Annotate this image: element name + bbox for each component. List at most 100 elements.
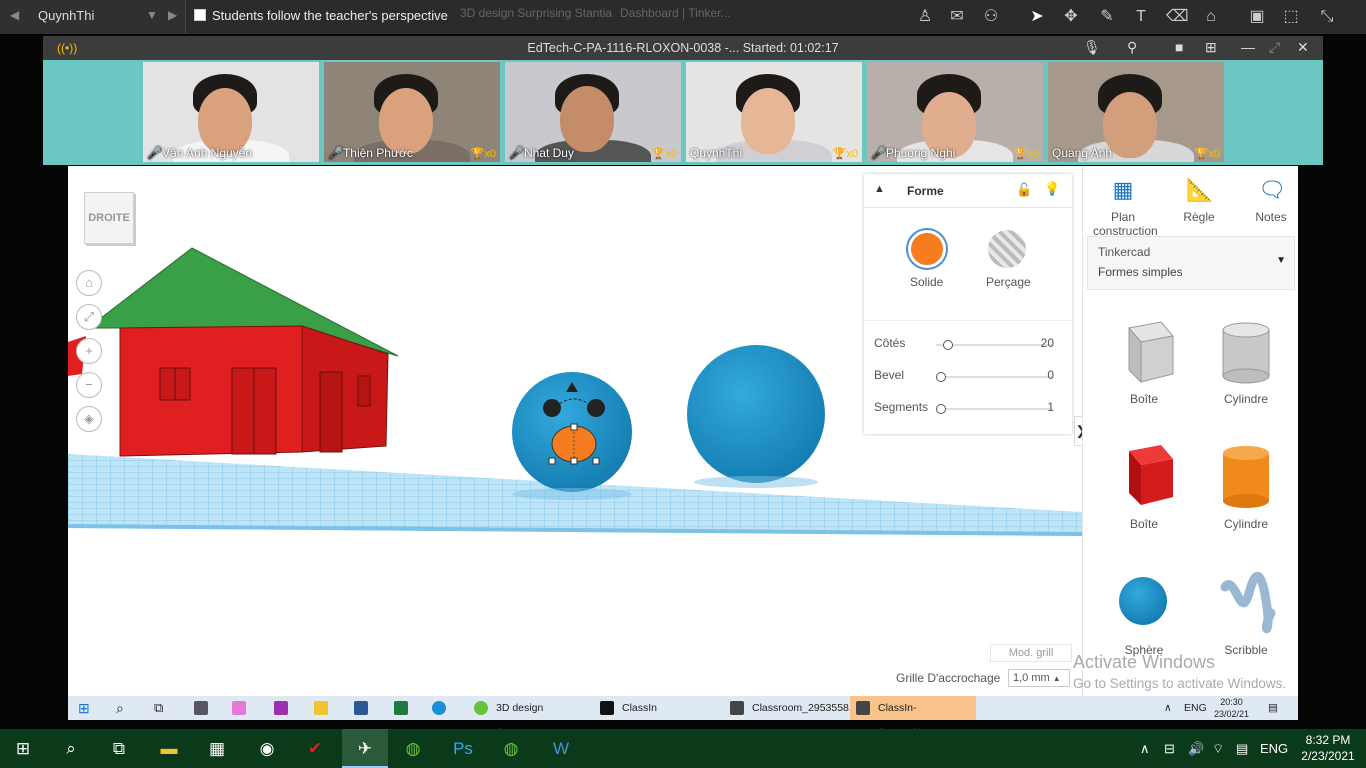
task-classroom[interactable]: Classroom_2953558... [724,696,858,720]
start-icon[interactable]: ⊞ [78,699,90,717]
collapse-icon[interactable]: ⤡ [1316,6,1338,28]
remote-clock[interactable]: 20:30 23/02/21 [1214,696,1249,719]
trash-icon[interactable]: ⌫ [1166,6,1189,28]
orthographic-icon[interactable]: ◈ [76,406,102,432]
notification-icon[interactable]: ▤ [1268,699,1278,717]
sides-slider[interactable] [936,340,1052,350]
task-browser[interactable]: 3D design Surprisin... [468,696,586,738]
home-view-icon[interactable]: ⌂ [76,270,102,296]
participant-video[interactable]: QuynhThi 🏆x0 [686,62,862,162]
browser-icon[interactable]: ◍ [488,729,534,768]
bulb-icon[interactable]: 💡 [1044,181,1060,197]
network-icon[interactable]: ⊟ [1164,729,1175,768]
volume-icon[interactable]: 🔊 [1188,729,1204,768]
app-icon[interactable] [274,699,293,717]
segments-value[interactable]: 1 [1047,400,1054,414]
slider-knob[interactable] [936,372,946,382]
move-icon[interactable]: ✥ [1060,6,1082,28]
camera-settings-icon[interactable]: ⚲ [1127,39,1137,56]
edit-grid-button[interactable]: Mod. grill [990,644,1072,662]
bevel-value[interactable]: 0 [1047,368,1054,382]
word-icon[interactable]: W [538,729,584,768]
solid-color-swatch[interactable] [908,230,946,268]
language-indicator[interactable]: ENG [1184,699,1207,717]
participant-video[interactable]: 🎤Nhat Duy 🏆x0 [505,62,681,162]
tray-chevron-icon[interactable]: ∧ [1164,699,1172,717]
house-model[interactable] [86,247,399,457]
notes-tool[interactable]: 🗨 Notes [1241,176,1298,224]
mic-icon[interactable]: 🎙 [1083,39,1101,56]
dropdown-arrow-icon[interactable]: ▼ [146,8,158,22]
layout-icon[interactable]: ⊞ [1205,39,1217,56]
browser-icon[interactable]: ◍ [390,729,436,768]
shape-box-gray[interactable]: Boîte [1099,312,1189,422]
tray-chevron-icon[interactable]: ∧ [1140,729,1150,768]
next-arrow-icon[interactable]: ▶ [168,8,177,22]
workplane-tool[interactable]: ▦ Plan construction [1093,176,1158,238]
app-icon[interactable]: ✔ [292,729,338,768]
user-icon[interactable]: ♙ [914,6,936,28]
search-icon[interactable]: ⌕ [48,729,94,768]
participant-video[interactable]: 🎤Phuong Nghi 🏆x0 [867,62,1043,162]
video-icon[interactable]: ■ [1175,39,1183,55]
sphere-model[interactable] [687,345,825,488]
task-screenshare[interactable]: ClassIn-ScreenShar... [850,696,976,738]
zoom-in-icon[interactable]: + [76,338,102,364]
edge-icon[interactable] [432,699,451,717]
slider-knob[interactable] [943,340,954,350]
windows-taskbar: ⊞ ⌕ ⧉ ▬ ▦ ◉ ✔ ✈ ◍ Ps ◍ W ∧ ⊟ 🔊 ⌔ ▤ ENG 8… [0,729,1366,768]
file-explorer-icon[interactable]: ▬ [146,729,192,768]
text-icon[interactable]: T [1130,6,1152,28]
excel-icon[interactable] [394,699,413,717]
maximize-icon[interactable]: ⤢ [1269,39,1280,56]
close-icon[interactable]: ✕ [1297,39,1309,56]
shape-cylinder-gray[interactable]: Cylindre [1201,312,1291,422]
view-cube[interactable]: DROITE [84,192,134,244]
word-icon[interactable] [354,699,373,717]
screen-icon[interactable]: ▣ [1246,6,1268,28]
notes-icon[interactable]: ▤ [1236,729,1248,768]
shape-cylinder-orange[interactable]: Cylindre [1201,437,1291,547]
clock[interactable]: 8:32 PM 2/23/2021 [1296,732,1360,764]
start-icon[interactable]: ⊞ [0,729,46,768]
pointer-icon[interactable]: ➤ [1026,6,1048,28]
snap-grid-select[interactable]: 1,0 mm ▲ [1008,669,1070,687]
collapse-triangle-icon[interactable]: ▲ [874,183,885,195]
participant-video[interactable]: 🎤Vân Anh Nguyễn [143,62,319,162]
shape-library-dropdown[interactable]: Tinkercad Formes simples ▼ [1087,236,1295,290]
follow-checkbox[interactable] [194,9,206,21]
chat-icon[interactable]: ✉ [946,6,968,28]
task-view-icon[interactable]: ⧉ [154,699,163,717]
language-indicator[interactable]: ENG [1260,729,1288,768]
bevel-slider[interactable] [936,372,1052,382]
task-view-icon[interactable]: ⧉ [96,729,142,768]
users-icon[interactable]: ⚇ [980,6,1002,28]
classin-icon[interactable]: ✈ [342,729,388,768]
participant-video[interactable]: 🎤Thiện Phước 🏆x0 [324,62,500,162]
sides-value[interactable]: 20 [1041,336,1054,350]
lock-icon[interactable]: 🔓 [1016,182,1032,198]
search-icon[interactable]: ⌕ [116,699,124,717]
store-icon[interactable]: ▦ [194,729,240,768]
hole-swatch[interactable] [988,230,1026,268]
paint-icon[interactable] [232,699,251,717]
folder-icon[interactable] [314,699,333,717]
calculator-icon[interactable] [194,699,213,717]
slider-knob[interactable] [936,404,946,414]
shape-box-red[interactable]: Boîte [1099,437,1189,547]
photoshop-icon[interactable]: Ps [440,729,486,768]
wifi-icon[interactable]: ⌔ [1212,729,1224,768]
prev-arrow-icon[interactable]: ◀ [10,8,19,22]
eraser-icon[interactable]: ⌂ [1200,6,1222,28]
zoom-out-icon[interactable]: − [76,372,102,398]
fit-view-icon[interactable]: ⤢ [76,304,102,330]
select-area-icon[interactable]: ⬚ [1280,6,1302,28]
obs-icon[interactable]: ◉ [244,729,290,768]
task-classin[interactable]: ClassIn [594,696,724,720]
pen-icon[interactable]: ✎ [1096,6,1118,28]
ruler-tool[interactable]: 📐 Règle [1169,176,1229,224]
participant-video[interactable]: Quang Anh 🏆x0 [1048,62,1224,162]
segments-slider[interactable] [936,404,1052,414]
presenter-selector[interactable]: ◀ QuynhThi ▼ ▶ [0,0,186,34]
minimize-icon[interactable]: — [1241,39,1255,55]
